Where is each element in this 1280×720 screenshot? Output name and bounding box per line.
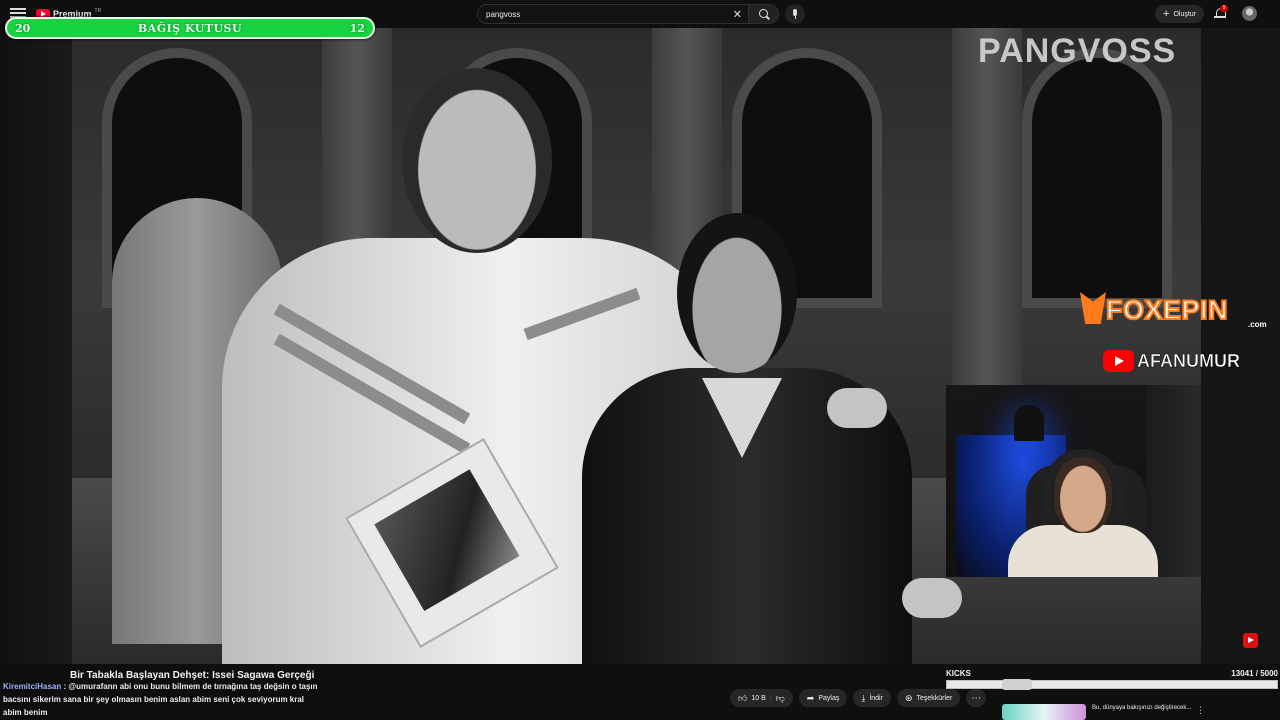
download-button[interactable]: ⤓ İndir	[853, 689, 891, 707]
kicks-current: 13041	[1231, 669, 1254, 678]
donation-left-number: 20	[15, 21, 31, 35]
background-arch	[1022, 48, 1172, 308]
recommended-menu-icon[interactable]: ⋮	[1196, 705, 1205, 716]
search-icon[interactable]	[749, 4, 779, 24]
short-man-head	[677, 213, 797, 373]
like-button[interactable]: 👍︎ 10 B | 👎︎	[730, 689, 793, 707]
recommended-thumbnail[interactable]	[1002, 704, 1086, 720]
kicks-label: KICKS	[946, 669, 971, 678]
thanks-label: Teşekkürler	[916, 694, 953, 702]
youtube-corner-icon[interactable]	[1243, 633, 1258, 648]
download-label: İndir	[869, 694, 883, 702]
channel-watermark: PANGVOSS	[978, 32, 1177, 70]
recommended-title[interactable]: Bu, dünyaya bakışınızı değiştirecek...	[1092, 704, 1202, 720]
thanks-icon: ⊛	[904, 692, 913, 703]
search-bar: pangvoss ✕	[477, 4, 779, 24]
avatar[interactable]	[1242, 6, 1257, 21]
kicks-progress-bar	[946, 679, 1278, 690]
kicks-goal: KICKS 13041 / 5000	[946, 669, 1278, 690]
donation-title: BAĞIŞ KUTUSU	[137, 21, 243, 35]
webcam-overlay	[946, 385, 1201, 577]
donation-right-number: 12	[349, 21, 365, 35]
kicks-progress-fill	[947, 681, 1277, 688]
like-count: 10 B	[751, 694, 766, 702]
player-right-margin	[1201, 28, 1280, 664]
channel-name: AFANUMUR	[1137, 350, 1241, 371]
hand	[902, 578, 962, 618]
notification-badge: 9	[1220, 5, 1228, 12]
thanks-button[interactable]: ⊛ Teşekkürler	[896, 689, 961, 707]
share-label: Paylaş	[818, 694, 840, 702]
search-input[interactable]: pangvoss ✕	[477, 4, 749, 24]
plus-icon: +	[1163, 7, 1170, 20]
chat-username: KiremitciHasan	[3, 682, 62, 691]
clear-icon[interactable]: ✕	[733, 8, 742, 21]
logo-country: TR	[94, 8, 102, 14]
sponsor-brand: FOXEPIN	[1105, 295, 1229, 325]
fox-icon	[1080, 292, 1106, 324]
youtube-small-icon	[1103, 350, 1134, 372]
headset	[1043, 449, 1123, 519]
kicks-progress-knob	[1002, 679, 1032, 690]
share-button[interactable]: ➦ Paylaş	[798, 689, 848, 707]
sponsor-logo: FOXEPIN .com	[1080, 292, 1267, 329]
create-label: Oluştur	[1173, 10, 1196, 18]
share-icon: ➦	[806, 692, 815, 703]
like-icon: 👍︎	[738, 692, 748, 703]
more-icon[interactable]: ⋯	[966, 689, 987, 707]
mic-icon[interactable]	[785, 4, 805, 24]
video-actions: 👍︎ 10 B | 👎︎ ➦ Paylaş ⤓ İndir ⊛ Teşekkür…	[730, 689, 987, 707]
hand	[827, 388, 887, 428]
recommended-video[interactable]: Bu, dünyaya bakışınızı değiştirecek...	[1002, 704, 1202, 720]
sponsor-suffix: .com	[1248, 320, 1267, 329]
dislike-icon[interactable]: 👎︎	[776, 693, 785, 703]
player-left-margin	[0, 28, 72, 664]
kicks-count: 13041 / 5000	[1231, 669, 1278, 678]
channel-tag: AFANUMUR	[1103, 350, 1240, 372]
create-button[interactable]: + Oluştur	[1155, 5, 1204, 23]
search-query: pangvoss	[486, 9, 521, 19]
download-icon: ⤓	[861, 692, 866, 703]
tall-man-head	[402, 68, 552, 253]
lamp	[1014, 405, 1044, 441]
kicks-goal-value: / 5000	[1255, 669, 1278, 678]
donation-box-bar: 20 BAĞIŞ KUTUSU 12	[5, 17, 375, 39]
chat-message: KiremitciHasan : @umurafann abi onu bunu…	[3, 680, 323, 719]
